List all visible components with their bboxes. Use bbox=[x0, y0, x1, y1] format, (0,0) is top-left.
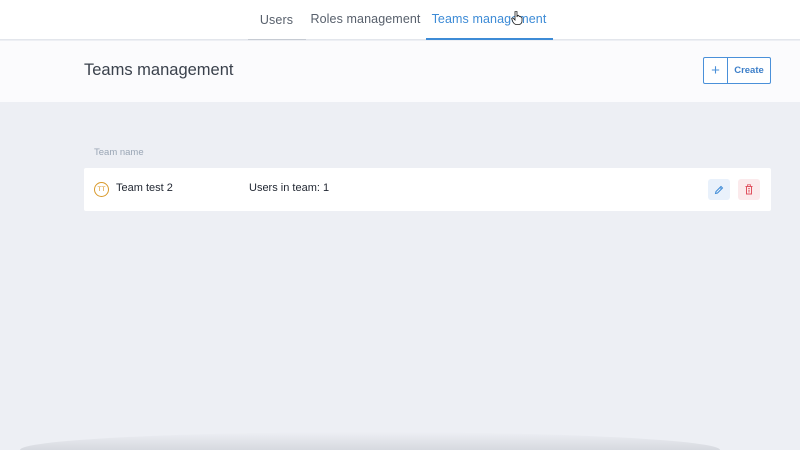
trash-icon bbox=[745, 184, 753, 195]
edit-team-button[interactable] bbox=[708, 179, 730, 200]
page-header: Teams management + Create bbox=[0, 41, 800, 102]
team-name: Team test 2 bbox=[116, 182, 173, 194]
bottom-shadow bbox=[20, 432, 720, 450]
delete-team-button[interactable] bbox=[738, 179, 760, 200]
pencil-icon bbox=[714, 185, 724, 194]
tab-users[interactable]: Users bbox=[247, 0, 306, 40]
page-title: Teams management bbox=[84, 61, 234, 79]
plus-icon: + bbox=[704, 58, 728, 83]
tab-bar: Users Roles management Teams management bbox=[247, 0, 553, 40]
column-header-team-name: Team name bbox=[94, 147, 144, 158]
team-avatar: TT bbox=[94, 182, 109, 197]
top-navigation: Users Roles management Teams management bbox=[0, 0, 800, 40]
users-count: Users in team: 1 bbox=[249, 182, 330, 194]
create-button-label: Create bbox=[734, 65, 764, 76]
tab-teams-management[interactable]: Teams management bbox=[425, 0, 553, 40]
hand-pointer-icon bbox=[511, 11, 523, 25]
tab-roles-management[interactable]: Roles management bbox=[306, 0, 426, 40]
create-team-button[interactable]: + Create bbox=[703, 57, 771, 84]
table-row[interactable]: TT Team test 2 Users in team: 1 bbox=[84, 168, 771, 211]
